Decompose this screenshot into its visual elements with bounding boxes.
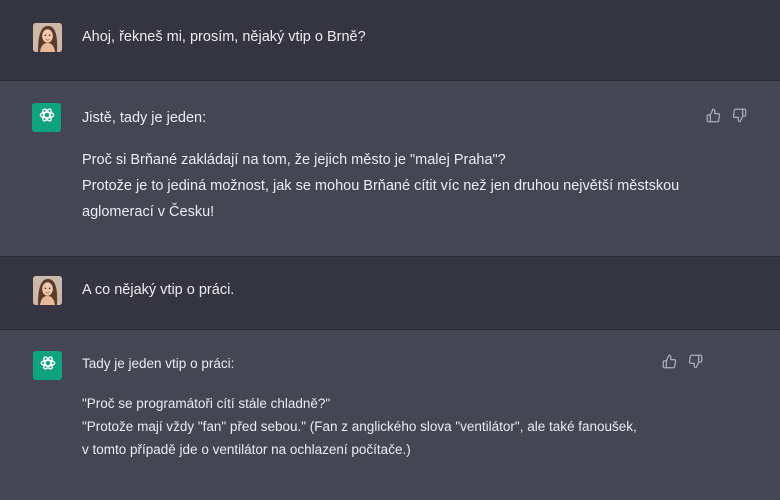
assistant-message-text: Jistě, tady je jeden: Proč si Brňané zak…	[82, 105, 679, 225]
assistant-message-text: Tady je jeden vtip o práci: "Proč se pro…	[82, 352, 637, 461]
assistant-line: Proč si Brňané zakládají na tom, že jeji…	[82, 152, 506, 168]
assistant-line: "Protože mají vždy "fan" před sebou." (F…	[82, 419, 637, 434]
assistant-line: Protože je to jediná možnost, jak se moh…	[82, 178, 680, 194]
openai-logo-icon	[37, 105, 57, 130]
chat-thread: Ahoj, řekneš mi, prosím, nějaký vtip o B…	[0, 0, 780, 500]
assistant-avatar	[32, 103, 61, 132]
openai-logo-icon	[38, 353, 58, 378]
user-message: Ahoj, řekneš mi, prosím, nějaký vtip o B…	[0, 0, 780, 80]
user-message-text: A co nějaký vtip o práci.	[82, 282, 235, 298]
assistant-intro: Jistě, tady je jeden:	[82, 110, 207, 126]
feedback-buttons	[660, 352, 704, 370]
assistant-message: Tady je jeden vtip o práci: "Proč se pro…	[0, 330, 780, 500]
assistant-intro: Tady je jeden vtip o práci:	[82, 356, 235, 371]
thumbs-down-icon[interactable]	[730, 106, 748, 124]
user-message: A co nějaký vtip o práci.	[0, 257, 780, 329]
user-avatar	[33, 276, 62, 305]
feedback-buttons	[704, 106, 748, 124]
assistant-line: aglomerací v Česku!	[82, 204, 215, 220]
assistant-message: Jistě, tady je jeden: Proč si Brňané zak…	[0, 81, 780, 256]
assistant-avatar	[33, 351, 62, 380]
thumbs-up-icon[interactable]	[704, 106, 722, 124]
thumbs-down-icon[interactable]	[686, 352, 704, 370]
user-message-text: Ahoj, řekneš mi, prosím, nějaký vtip o B…	[82, 29, 366, 45]
assistant-line: v tomto případě jde o ventilátor na ochl…	[82, 442, 411, 457]
assistant-line: "Proč se programátoři cítí stále chladně…	[82, 396, 331, 411]
user-avatar	[33, 23, 62, 52]
thumbs-up-icon[interactable]	[660, 352, 678, 370]
